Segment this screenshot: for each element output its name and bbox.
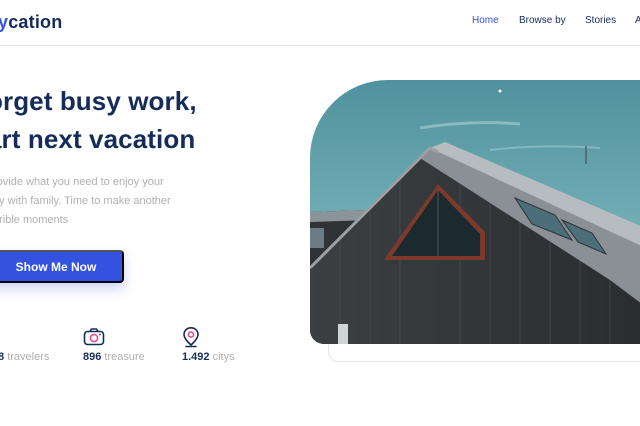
hero-headline-line-2: art next vacation <box>0 124 196 154</box>
house-photo <box>310 80 640 344</box>
hero-description-line-3: orible moments <box>0 214 69 226</box>
hero-image <box>310 80 640 344</box>
hero-description-line-1: rovide what you need to enjoy your <box>0 176 164 188</box>
stat-travelers-label: travelers <box>7 351 50 363</box>
stat-treasure-value: 896 <box>83 351 102 363</box>
nav-browse-link[interactable]: Browse by <box>519 15 566 26</box>
stat-citys-label: citys <box>212 351 235 363</box>
hero-headline-line-1: orget busy work, <box>0 86 197 116</box>
nav-cut-off-link[interactable]: A <box>635 15 640 26</box>
camera-icon <box>83 328 105 346</box>
location-pin-icon <box>183 326 199 348</box>
brand-logo[interactable]: ycation <box>0 12 62 33</box>
nav-home-link[interactable]: Home <box>472 15 499 26</box>
stat-travelers-value: 8 <box>0 351 5 363</box>
stat-citys-value: 1.492 <box>182 351 210 363</box>
stat-travelers: 8 travelers <box>0 351 49 363</box>
top-navigation-bar: ycation Home Browse by Stories A <box>0 0 640 46</box>
stat-treasure: 896 treasure <box>83 351 145 363</box>
logo-rest-text: cation <box>8 12 63 32</box>
stat-citys: 1.492 citys <box>182 351 235 363</box>
stat-treasure-label: treasure <box>104 351 145 363</box>
logo-accent-text: y <box>0 12 9 32</box>
hero-description-line-2: ay with family. Time to make another <box>0 195 171 207</box>
show-me-now-button[interactable]: Show Me Now <box>0 250 124 283</box>
nav-stories-link[interactable]: Stories <box>585 15 616 26</box>
